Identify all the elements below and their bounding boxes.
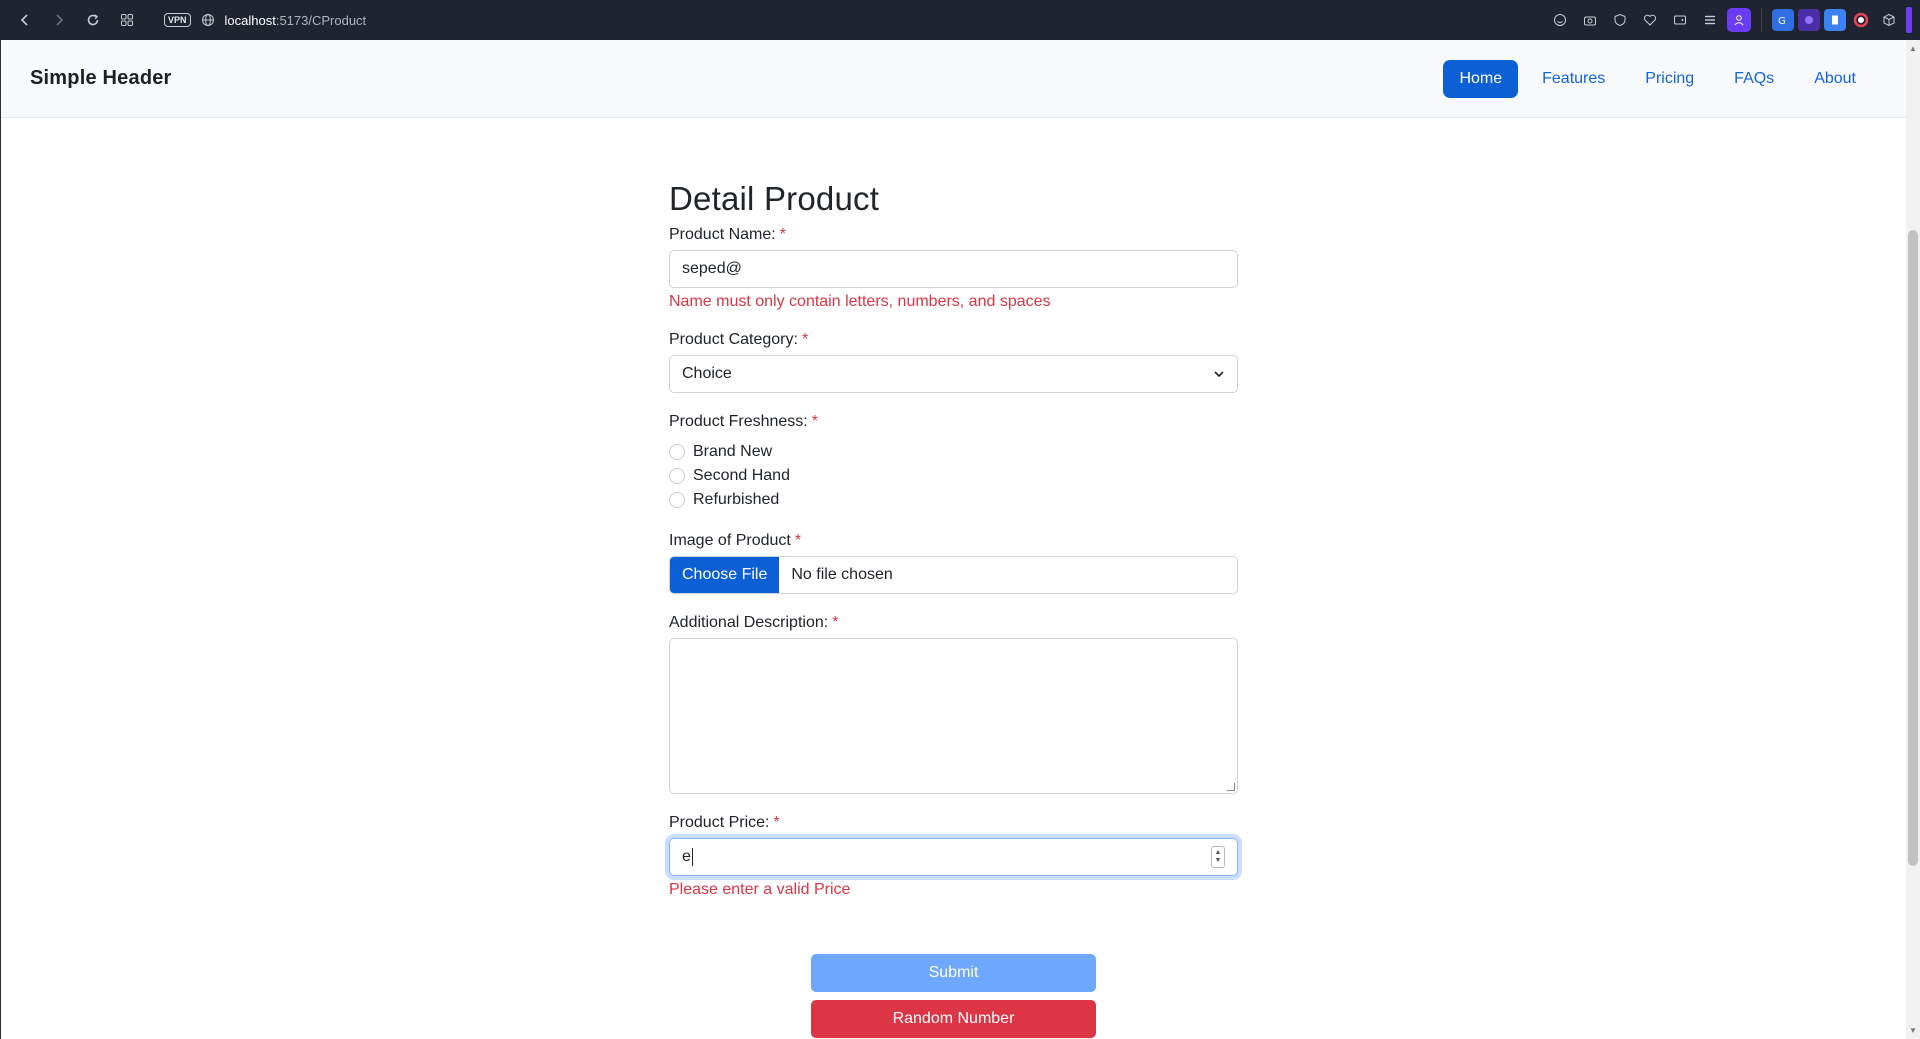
- camera-icon[interactable]: [1577, 7, 1603, 33]
- freshness-option-label: Second Hand: [693, 467, 790, 484]
- toolbar-separator: [1761, 8, 1762, 32]
- freshness-option-second-hand[interactable]: Second Hand: [669, 464, 1238, 488]
- brand-title[interactable]: Simple Header: [30, 67, 172, 90]
- product-image-group: Image of Product * Choose File No file ch…: [669, 532, 1238, 594]
- product-image-file-input[interactable]: Choose File No file chosen: [669, 556, 1238, 594]
- chevron-down-icon: [1213, 367, 1225, 385]
- product-form: Detail Product Product Name: * seped@ Nam…: [669, 180, 1238, 919]
- profile-icon[interactable]: [1727, 8, 1751, 32]
- page-viewport: Simple Header Home Features Pricing FAQs…: [0, 40, 1920, 1039]
- product-price-error: Please enter a valid Price: [669, 881, 851, 898]
- browser-toolbar: VPN localhost:5173/CProduct G: [0, 0, 1920, 40]
- freshness-option-brand-new[interactable]: Brand New: [669, 440, 1238, 464]
- emoji-icon[interactable]: [1547, 7, 1573, 33]
- product-name-input[interactable]: seped@: [669, 250, 1238, 288]
- nav-pricing[interactable]: Pricing: [1629, 60, 1710, 98]
- bookmark-extension-icon[interactable]: [1824, 9, 1846, 31]
- required-mark: *: [801, 331, 809, 348]
- globe-icon: [199, 11, 217, 29]
- text-caret: [691, 848, 693, 866]
- scroll-up-icon[interactable]: ▲: [1909, 44, 1917, 53]
- extension-badge-icon[interactable]: [1798, 9, 1820, 31]
- tabs-grid-icon[interactable]: [110, 5, 144, 35]
- product-category-select[interactable]: Choice: [669, 355, 1238, 393]
- product-name-label: Product Name: *: [669, 226, 1238, 244]
- translate-extension-icon[interactable]: G: [1772, 9, 1794, 31]
- product-image-label-text: Image of Product: [669, 532, 791, 549]
- freshness-option-label: Refurbished: [693, 491, 780, 508]
- product-name-error: Name must only contain letters, numbers,…: [669, 293, 1051, 310]
- address-bar[interactable]: localhost:5173/CProduct: [225, 13, 367, 28]
- product-category-group: Product Category: * Choice: [669, 331, 1238, 393]
- product-price-label: Product Price: *: [669, 814, 1238, 832]
- description-label: Additional Description: *: [669, 614, 1238, 632]
- product-category-value: Choice: [682, 365, 732, 382]
- sidebar-accent: [1906, 7, 1912, 33]
- shield-icon[interactable]: [1607, 7, 1633, 33]
- form-actions: Submit Random Number: [811, 954, 1096, 1038]
- required-mark: *: [773, 814, 780, 831]
- nav-features[interactable]: Features: [1526, 60, 1621, 98]
- submit-button[interactable]: Submit: [811, 954, 1096, 992]
- choose-file-button[interactable]: Choose File: [670, 557, 780, 593]
- wallet-icon[interactable]: [1667, 7, 1693, 33]
- color-extension-icon[interactable]: [1850, 9, 1872, 31]
- required-mark: *: [794, 532, 802, 549]
- vpn-badge[interactable]: VPN: [164, 13, 191, 27]
- radio-second-hand[interactable]: [669, 468, 685, 484]
- file-status: No file chosen: [791, 566, 893, 583]
- required-mark: *: [811, 413, 818, 430]
- product-freshness-label: Product Freshness: *: [669, 413, 1238, 431]
- product-freshness-group: Product Freshness: * Brand New Second Han…: [669, 413, 1238, 512]
- back-icon[interactable]: [8, 5, 42, 35]
- site-header: Simple Header Home Features Pricing FAQs…: [1, 40, 1920, 118]
- freshness-option-refurbished[interactable]: Refurbished: [669, 488, 1238, 512]
- scroll-down-icon[interactable]: ▼: [1909, 1026, 1917, 1035]
- nav-faqs[interactable]: FAQs: [1718, 60, 1790, 98]
- radio-brand-new[interactable]: [669, 444, 685, 460]
- product-price-input[interactable]: e ▲ ▼: [669, 838, 1238, 876]
- menu-lines-icon[interactable]: [1697, 7, 1723, 33]
- nav-about[interactable]: About: [1798, 60, 1872, 98]
- product-freshness-label-text: Product Freshness:: [669, 413, 808, 430]
- description-textarea[interactable]: [669, 638, 1238, 794]
- number-spinner-icon[interactable]: ▲ ▼: [1211, 846, 1225, 868]
- main-nav: Home Features Pricing FAQs About: [1443, 59, 1872, 98]
- page-scrollbar[interactable]: ▲ ▼: [1906, 40, 1920, 1039]
- product-price-value: e: [682, 848, 691, 865]
- product-image-label: Image of Product *: [669, 532, 1238, 550]
- product-name-value: seped@: [682, 260, 742, 277]
- product-name-label-text: Product Name:: [669, 226, 776, 243]
- description-group: Additional Description: *: [669, 614, 1238, 794]
- page-title: Detail Product: [669, 180, 880, 217]
- product-price-group: Product Price: * e ▲ ▼ Please enter a vali…: [669, 814, 1238, 899]
- description-label-text: Additional Description:: [669, 614, 829, 631]
- product-name-group: Product Name: * seped@ Name must only con…: [669, 226, 1238, 311]
- product-category-label: Product Category: *: [669, 331, 1238, 349]
- cube-icon[interactable]: [1876, 7, 1902, 33]
- url-path: :5173/CProduct: [275, 12, 367, 28]
- heart-icon[interactable]: [1637, 7, 1663, 33]
- random-number-button[interactable]: Random Number: [811, 1000, 1096, 1038]
- scrollbar-thumb[interactable]: [1908, 230, 1918, 866]
- freshness-option-label: Brand New: [693, 443, 773, 460]
- nav-home[interactable]: Home: [1443, 59, 1519, 98]
- required-mark: *: [779, 226, 786, 243]
- radio-refurbished[interactable]: [669, 492, 685, 508]
- reload-icon[interactable]: [76, 5, 110, 35]
- forward-icon[interactable]: [42, 5, 76, 35]
- url-host: localhost: [224, 12, 276, 28]
- required-mark: *: [832, 614, 839, 631]
- resize-handle-icon[interactable]: [1227, 783, 1235, 791]
- product-price-label-text: Product Price:: [669, 814, 770, 831]
- svg-text:G: G: [1778, 16, 1786, 26]
- product-category-label-text: Product Category:: [669, 331, 798, 348]
